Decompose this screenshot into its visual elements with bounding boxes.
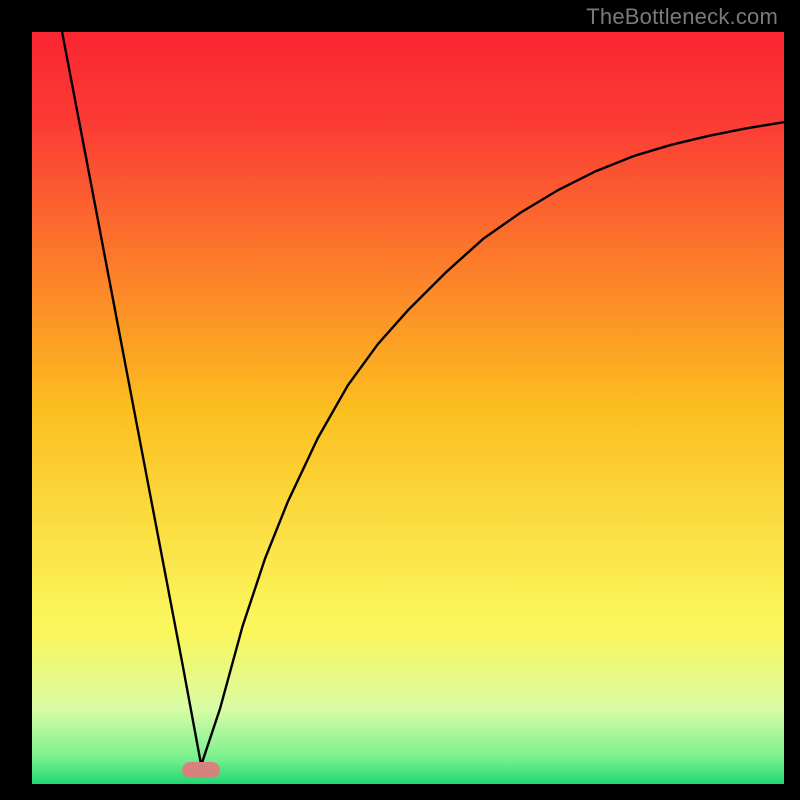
chart-frame: TheBottleneck.com: [0, 0, 800, 800]
optimum-marker: [182, 762, 220, 778]
watermark-text: TheBottleneck.com: [586, 4, 778, 30]
plot-svg: [32, 32, 784, 784]
plot-area: [32, 32, 784, 784]
